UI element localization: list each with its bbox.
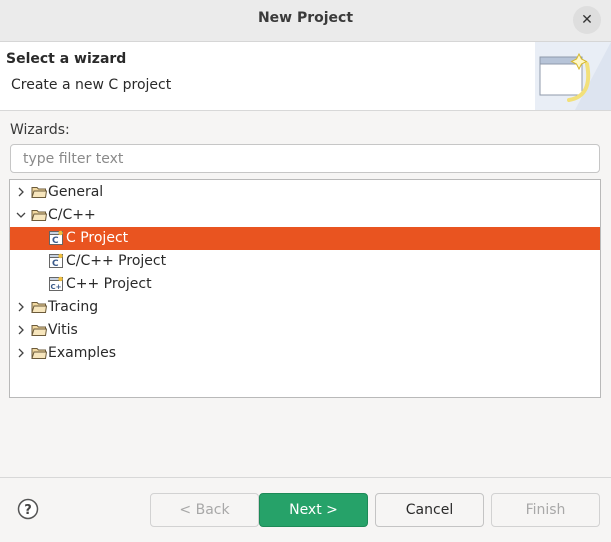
back-button[interactable]: < Back xyxy=(150,493,259,527)
dialog-title: New Project xyxy=(257,10,354,26)
tree-item-c-cpp-project[interactable]: C C/C++ Project xyxy=(10,250,600,273)
footer-divider xyxy=(0,477,611,478)
tree-item-label: C/C++ Project xyxy=(66,253,167,269)
finish-button[interactable]: Finish xyxy=(491,493,600,527)
tree-item-tracing[interactable]: Tracing xyxy=(10,296,600,319)
svg-text:C: C xyxy=(52,259,59,269)
tree-item-c-project[interactable]: C C Project xyxy=(10,227,600,250)
cpp-project-icon: C+ xyxy=(49,276,63,291)
header-title: Select a wizard xyxy=(6,51,127,67)
next-button[interactable]: Next > xyxy=(259,493,368,527)
c-project-icon: C xyxy=(49,230,63,246)
tree-item-label: C++ Project xyxy=(66,276,152,292)
wizard-header: Select a wizard Create a new C project xyxy=(0,42,611,111)
tree-item-label: C Project xyxy=(66,230,129,246)
tree-item-vitis[interactable]: Vitis xyxy=(10,319,600,342)
svg-text:C: C xyxy=(52,236,59,246)
tree-item-general[interactable]: General xyxy=(10,181,600,204)
filter-input[interactable] xyxy=(10,144,600,173)
close-icon: ✕ xyxy=(581,12,593,28)
help-icon[interactable]: ? xyxy=(17,498,39,520)
folder-icon xyxy=(31,325,47,336)
tree-item-cpp-project[interactable]: C+ C++ Project xyxy=(10,273,600,296)
chevron-right-icon[interactable] xyxy=(15,347,27,359)
chevron-right-icon[interactable] xyxy=(15,324,27,336)
chevron-right-icon[interactable] xyxy=(15,301,27,313)
wizard-tree[interactable]: General C/C++ C C Project C C/C++ Projec… xyxy=(9,179,601,398)
svg-text:?: ? xyxy=(24,503,32,518)
close-button[interactable]: ✕ xyxy=(573,6,601,34)
chevron-down-icon[interactable] xyxy=(15,209,27,221)
wizards-label: Wizards: xyxy=(10,122,70,138)
header-description: Create a new C project xyxy=(11,77,172,93)
tree-item-label: General xyxy=(48,184,104,200)
tree-item-label: Vitis xyxy=(48,322,78,338)
c-project-icon: C xyxy=(49,253,63,269)
folder-icon xyxy=(31,302,47,313)
chevron-right-icon[interactable] xyxy=(15,186,27,198)
title-bar: New Project ✕ xyxy=(0,0,611,42)
tree-item-c-cpp[interactable]: C/C++ xyxy=(10,204,600,227)
tree-item-examples[interactable]: Examples xyxy=(10,342,600,365)
folder-icon xyxy=(31,187,47,198)
tree-item-label: Examples xyxy=(48,345,117,361)
cancel-button[interactable]: Cancel xyxy=(375,493,484,527)
folder-open-icon xyxy=(31,210,47,221)
tree-item-label: Tracing xyxy=(48,299,99,315)
wizard-banner-icon xyxy=(535,42,611,110)
svg-text:C+: C+ xyxy=(51,283,62,291)
folder-icon xyxy=(31,348,47,359)
tree-item-label: C/C++ xyxy=(48,207,96,223)
new-project-dialog: New Project ✕ Select a wizard Create a n… xyxy=(0,0,611,542)
